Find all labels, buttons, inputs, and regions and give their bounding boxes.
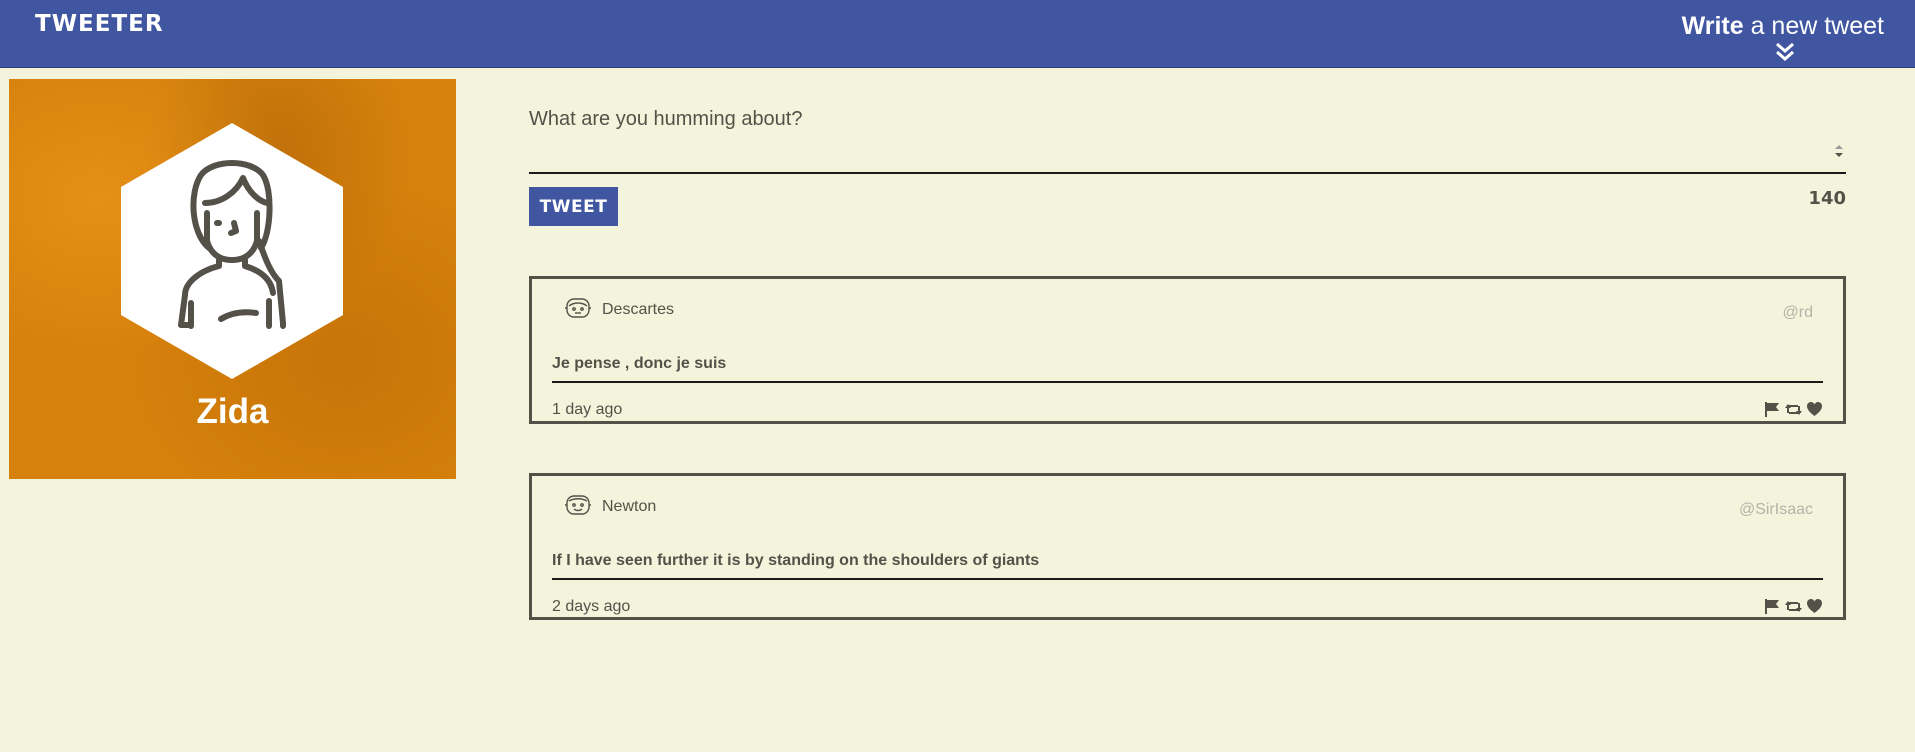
double-chevron-down-icon[interactable] — [1774, 41, 1796, 63]
retweet-icon[interactable] — [1785, 401, 1802, 418]
heart-icon[interactable] — [1806, 401, 1823, 418]
heart-icon[interactable] — [1806, 598, 1823, 615]
tweet-content: Je pense , donc je suis — [552, 355, 1823, 383]
brand-logo[interactable]: TWEETER — [35, 11, 164, 37]
profile-name: Zida — [196, 392, 269, 431]
character-counter: 140 — [1808, 188, 1846, 209]
tweet-timestamp: 1 day ago — [552, 401, 623, 418]
profile-card: Zida — [9, 79, 456, 479]
tweet-timestamp: 2 days ago — [552, 598, 631, 615]
flag-icon[interactable] — [1764, 401, 1781, 418]
retweet-icon[interactable] — [1785, 598, 1802, 615]
face-avatar-icon — [565, 495, 591, 515]
tweet-author: Newton — [602, 498, 657, 515]
face-avatar-icon — [565, 298, 591, 318]
write-new-tweet-toggle[interactable]: Write a new tweet — [1682, 12, 1884, 41]
tweet-content: If I have seen further it is by standing… — [552, 552, 1823, 580]
flag-icon[interactable] — [1764, 598, 1781, 615]
tweet-button[interactable]: TWEET — [529, 187, 618, 226]
tweet-input[interactable] — [529, 104, 1846, 174]
tweet-actions — [1764, 598, 1823, 615]
tweet-handle: @SirIsaac — [1738, 501, 1813, 518]
compose-toggle-bold: Write — [1681, 12, 1744, 40]
tweet-card: Newton @SirIsaac If I have seen further … — [529, 473, 1846, 620]
resize-handle-icon[interactable] — [1832, 140, 1846, 162]
tweet-card: Descartes @rd Je pense , donc je suis 1 … — [529, 276, 1846, 424]
tweet-author: Descartes — [602, 301, 675, 318]
woman-avatar-icon — [121, 123, 343, 379]
tweet-composer: TWEET 140 — [529, 104, 1846, 226]
navbar: TWEETER Write a new tweet — [0, 0, 1915, 68]
tweet-handle: @rd — [1782, 304, 1813, 321]
tweet-actions — [1764, 401, 1823, 418]
compose-toggle-rest: a new tweet — [1743, 12, 1884, 40]
